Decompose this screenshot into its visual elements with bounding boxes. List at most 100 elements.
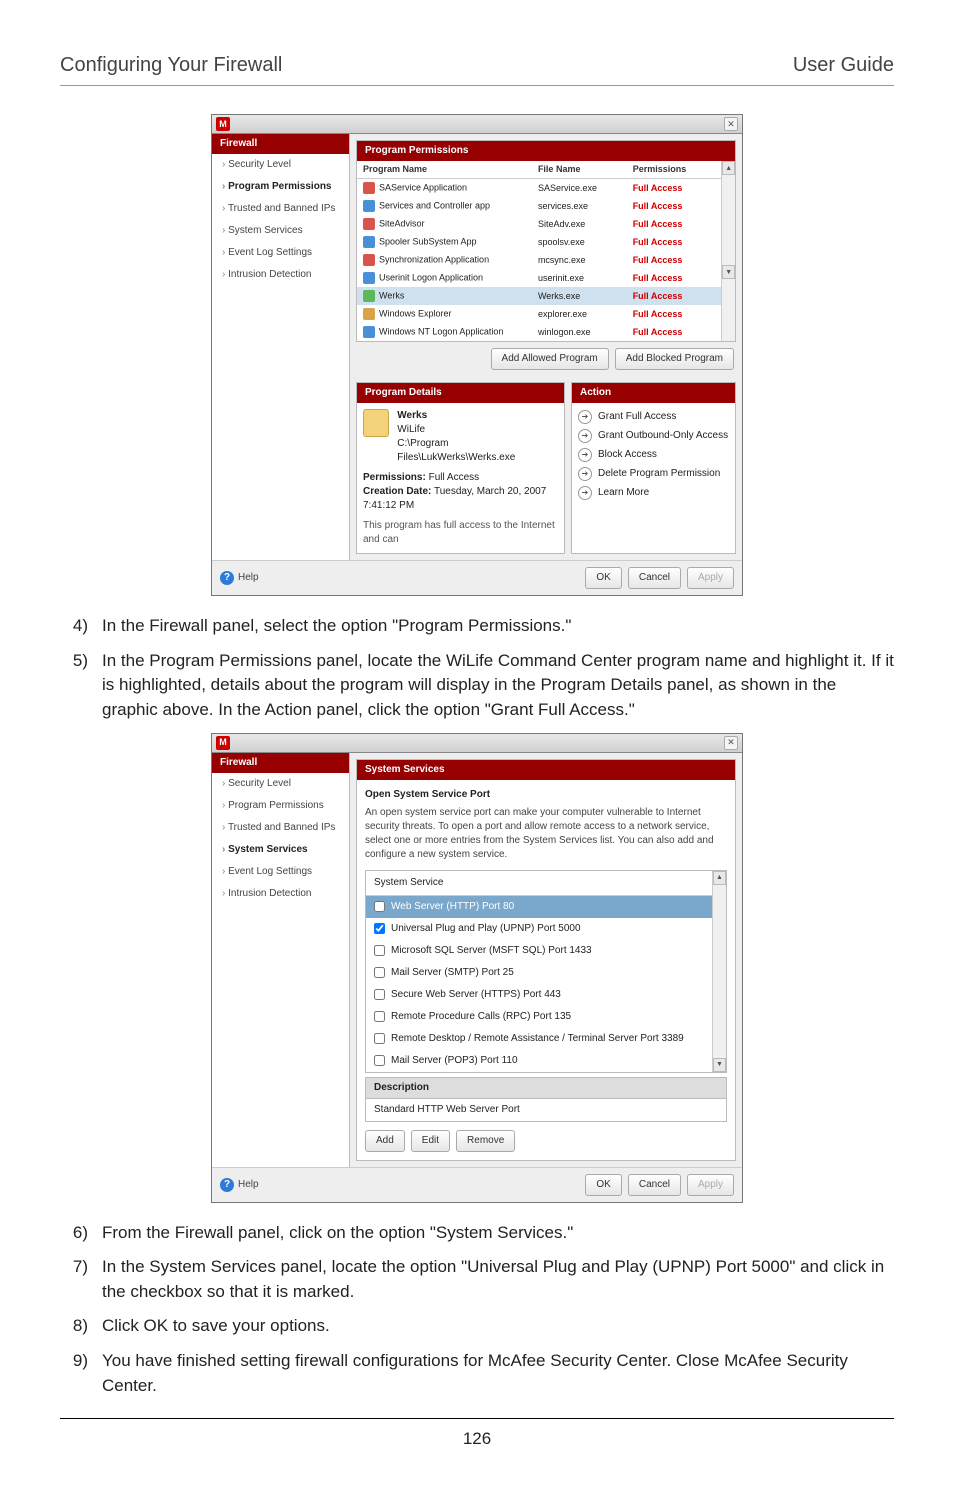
description-title: Description <box>366 1078 726 1099</box>
service-checkbox[interactable] <box>374 989 385 1000</box>
service-checkbox[interactable] <box>374 1011 385 1022</box>
window-titlebar: M ✕ <box>212 115 742 134</box>
scroll-down-icon[interactable]: ▼ <box>722 265 735 279</box>
sidebar-item[interactable]: System Services <box>212 220 349 242</box>
apply-button[interactable]: Apply <box>687 567 734 589</box>
details-title: Program Details <box>357 383 564 403</box>
action-panel: Action Grant Full AccessGrant Outbound-O… <box>571 382 736 554</box>
app-icon <box>363 236 375 248</box>
sidebar-item[interactable]: Event Log Settings <box>212 861 349 883</box>
sidebar-title: Firewall <box>212 753 349 773</box>
table-row[interactable]: SiteAdvisorSiteAdv.exeFull Access <box>357 215 721 233</box>
add-button[interactable]: Add <box>365 1130 405 1152</box>
remove-button[interactable]: Remove <box>456 1130 515 1152</box>
table-row[interactable]: SAService ApplicationSAService.exeFull A… <box>357 179 721 198</box>
sidebar-item[interactable]: Intrusion Detection <box>212 883 349 905</box>
scroll-up-icon[interactable]: ▲ <box>713 871 726 885</box>
list-header: System Service <box>366 871 712 896</box>
header-right: User Guide <box>793 54 894 77</box>
page-number: 126 <box>60 1419 894 1459</box>
sidebar-item[interactable]: System Services <box>212 839 349 861</box>
window-titlebar: M ✕ <box>212 734 742 753</box>
table-row[interactable]: WerksWerks.exeFull Access <box>357 287 721 305</box>
sidebar-item[interactable]: Intrusion Detection <box>212 264 349 286</box>
help-link[interactable]: ? Help <box>220 571 259 585</box>
service-checkbox[interactable] <box>374 923 385 934</box>
action-item[interactable]: Grant Full Access <box>572 407 735 426</box>
sidebar-item[interactable]: Trusted and Banned IPs <box>212 198 349 220</box>
cancel-button[interactable]: Cancel <box>628 567 681 589</box>
help-icon: ? <box>220 571 234 585</box>
ok-button[interactable]: OK <box>585 1174 621 1196</box>
add-allowed-button[interactable]: Add Allowed Program <box>491 348 609 370</box>
service-item[interactable]: Web Server (HTTP) Port 80 <box>366 896 712 918</box>
service-checkbox[interactable] <box>374 1033 385 1044</box>
sidebar-item[interactable]: Program Permissions <box>212 795 349 817</box>
scroll-down-icon[interactable]: ▼ <box>713 1058 726 1072</box>
action-item[interactable]: Grant Outbound-Only Access <box>572 426 735 445</box>
sidebar-item[interactable]: Security Level <box>212 773 349 795</box>
scrollbar[interactable]: ▲ ▼ <box>721 161 735 341</box>
table-row[interactable]: Windows Explorerexplorer.exeFull Access <box>357 305 721 323</box>
service-label: Mail Server (POP3) Port 110 <box>391 1054 518 1068</box>
service-checkbox[interactable] <box>374 945 385 956</box>
action-item[interactable]: Learn More <box>572 483 735 502</box>
step-6: From the Firewall panel, click on the op… <box>102 1221 573 1246</box>
service-item[interactable]: Mail Server (SMTP) Port 25 <box>366 962 712 984</box>
panel-title: System Services <box>357 760 735 780</box>
add-blocked-button[interactable]: Add Blocked Program <box>615 348 734 370</box>
service-item[interactable]: Universal Plug and Play (UPNP) Port 5000 <box>366 918 712 940</box>
detail-vendor: WiLife <box>397 423 558 437</box>
service-item[interactable]: Secure Web Server (HTTPS) Port 443 <box>366 984 712 1006</box>
table-row[interactable]: Spooler SubSystem Appspoolsv.exeFull Acc… <box>357 233 721 251</box>
service-checkbox[interactable] <box>374 901 385 912</box>
help-link[interactable]: ?Help <box>220 1178 259 1192</box>
service-item[interactable]: Microsoft SQL Server (MSFT SQL) Port 143… <box>366 940 712 962</box>
service-label: Microsoft SQL Server (MSFT SQL) Port 143… <box>391 944 592 958</box>
action-item[interactable]: Delete Program Permission <box>572 464 735 483</box>
step-number: 7) <box>60 1255 88 1304</box>
date-label: Creation Date: <box>363 486 431 497</box>
table-row[interactable]: Userinit Logon Applicationuserinit.exeFu… <box>357 269 721 287</box>
detail-path: C:\Program Files\LukWerks\Werks.exe <box>397 437 558 465</box>
close-icon[interactable]: ✕ <box>724 117 738 131</box>
program-icon <box>363 409 389 437</box>
ok-button[interactable]: OK <box>585 567 621 589</box>
apply-button[interactable]: Apply <box>687 1174 734 1196</box>
scroll-up-icon[interactable]: ▲ <box>722 161 735 175</box>
step-number: 9) <box>60 1349 88 1398</box>
step-number: 8) <box>60 1314 88 1339</box>
service-item[interactable]: Remote Procedure Calls (RPC) Port 135 <box>366 1006 712 1028</box>
system-services-panel: System Services Open System Service Port… <box>356 759 736 1161</box>
sidebar-item[interactable]: Program Permissions <box>212 176 349 198</box>
col-perm: Permissions <box>627 161 722 179</box>
step-number: 6) <box>60 1221 88 1246</box>
detail-note: This program has full access to the Inte… <box>363 519 558 547</box>
sidebar-item[interactable]: Event Log Settings <box>212 242 349 264</box>
service-checkbox[interactable] <box>374 967 385 978</box>
mcafee-logo-icon: M <box>216 736 230 750</box>
action-title: Action <box>572 383 735 403</box>
table-row[interactable]: Windows NT Logon Applicationwinlogon.exe… <box>357 323 721 341</box>
firewall-sidebar: Firewall Security LevelProgram Permissio… <box>212 753 350 1167</box>
service-item[interactable]: Mail Server (POP3) Port 110 <box>366 1050 712 1072</box>
info-text: An open system service port can make you… <box>365 806 727 862</box>
service-checkbox[interactable] <box>374 1055 385 1066</box>
scrollbar[interactable]: ▲ ▼ <box>712 871 726 1072</box>
program-details-panel: Program Details Werks WiLife C:\Program … <box>356 382 565 554</box>
perm-label: Permissions: <box>363 472 426 483</box>
close-icon[interactable]: ✕ <box>724 736 738 750</box>
edit-button[interactable]: Edit <box>411 1130 450 1152</box>
app-icon <box>363 308 375 320</box>
table-row[interactable]: Services and Controller appservices.exeF… <box>357 197 721 215</box>
program-table: Program Name File Name Permissions SASer… <box>357 161 721 341</box>
cancel-button[interactable]: Cancel <box>628 1174 681 1196</box>
figure-program-permissions: M ✕ Firewall Security LevelProgram Permi… <box>211 114 743 596</box>
service-item[interactable]: Remote Desktop / Remote Assistance / Ter… <box>366 1028 712 1050</box>
app-icon <box>363 182 375 194</box>
help-label: Help <box>238 573 259 583</box>
table-row[interactable]: Synchronization Applicationmcsync.exeFul… <box>357 251 721 269</box>
action-item[interactable]: Block Access <box>572 445 735 464</box>
sidebar-item[interactable]: Security Level <box>212 154 349 176</box>
sidebar-item[interactable]: Trusted and Banned IPs <box>212 817 349 839</box>
